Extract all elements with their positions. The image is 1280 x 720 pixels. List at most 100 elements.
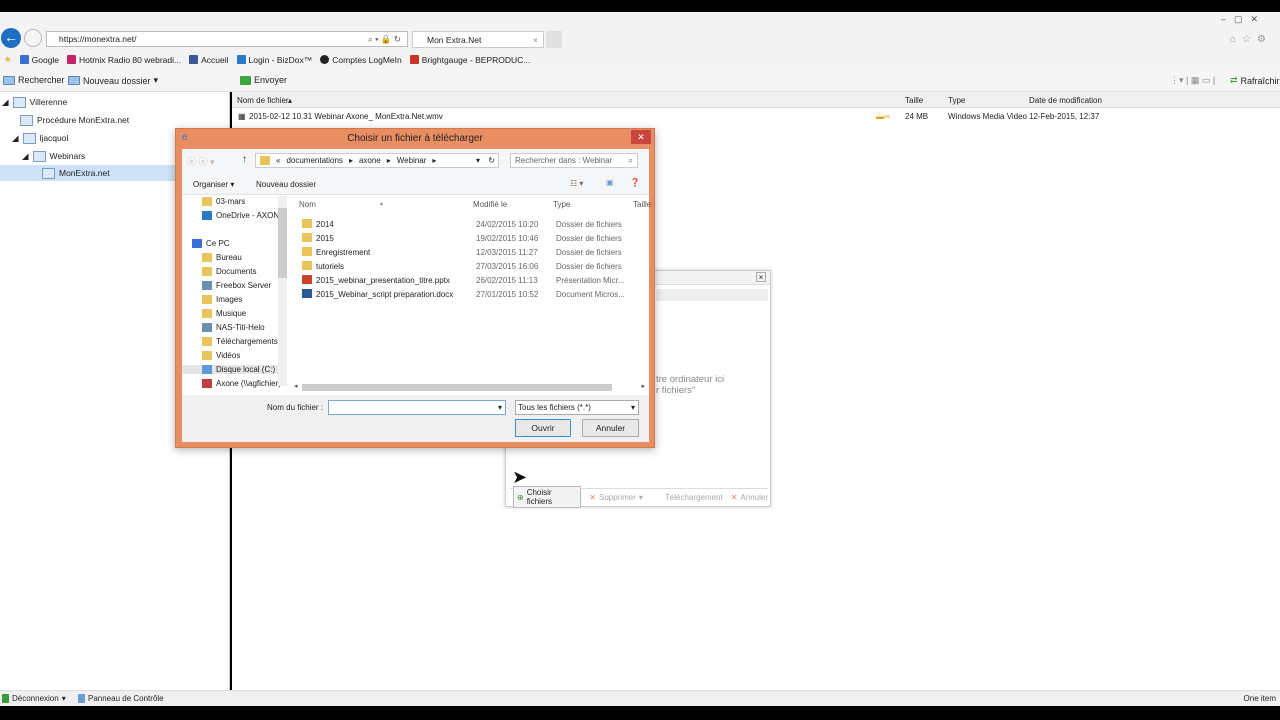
folder-icon bbox=[302, 232, 312, 244]
dialog-title: Choisir un fichier à télécharger bbox=[347, 133, 483, 144]
home-star-gear-icons[interactable]: ⌂☆⚙ bbox=[1230, 34, 1272, 45]
close-tab-icon[interactable]: × bbox=[533, 35, 538, 45]
favorite-brightgauge[interactable]: Brightgauge - BEPRODUC... bbox=[409, 55, 530, 65]
nav-item-icon bbox=[202, 323, 212, 332]
control-panel-button[interactable]: Panneau de Contrôle bbox=[78, 694, 164, 703]
folder-icon bbox=[260, 156, 270, 165]
nav-item[interactable]: Disque local (C:) bbox=[182, 365, 278, 374]
new-tab-button[interactable] bbox=[546, 31, 562, 48]
preview-pane-icon[interactable]: ▣ bbox=[606, 178, 614, 187]
view-menu-icon[interactable]: ☷ ▾ bbox=[570, 179, 583, 188]
nav-item[interactable]: 03-mars bbox=[202, 197, 245, 206]
col-name[interactable]: Nom de fichier bbox=[237, 96, 289, 105]
nav-item[interactable]: Ce PC bbox=[192, 239, 230, 248]
folder-icon bbox=[302, 218, 312, 230]
video-file-icon: ▦ bbox=[238, 112, 246, 121]
file-row[interactable]: tutoriels 27/03/2015 16:06 Dossier de fi… bbox=[302, 259, 647, 273]
col-modified[interactable]: Date de modification bbox=[1029, 96, 1102, 105]
file-row[interactable]: ▦ 2015-02-12 10.31 Webinar Axone_ MonExt… bbox=[232, 110, 1280, 124]
favorite-accueil[interactable]: Accueil bbox=[189, 55, 229, 65]
tree-item-monextra-selected[interactable]: MonExtra.net bbox=[0, 165, 175, 181]
nav-item-icon bbox=[202, 211, 212, 220]
favorite-bizdox[interactable]: Login - BizDox™ bbox=[236, 55, 312, 65]
search-input[interactable]: Rechercher dans : Webinar ⌕ bbox=[510, 153, 638, 168]
tree-item-villerenne[interactable]: ◢ Villerenne bbox=[2, 94, 67, 110]
file-type: Document Micros... bbox=[556, 289, 625, 299]
download-button[interactable]: Téléchargement bbox=[665, 493, 723, 502]
nav-item[interactable]: Images bbox=[202, 295, 242, 304]
dialog-body: ⓔ ⓔ ▾ ↑ «documentations ▸ axone ▸ Webinar ▸ ▾… bbox=[182, 149, 651, 442]
back-button[interactable]: ← bbox=[1, 28, 21, 48]
search-button[interactable]: Rechercher bbox=[3, 75, 65, 85]
tree-item-ljacquol[interactable]: ◢ ljacquol bbox=[12, 130, 68, 146]
delete-button[interactable]: ✕ Supprimer ▾ bbox=[589, 493, 643, 502]
cancel-button[interactable]: Annuler bbox=[582, 419, 639, 437]
file-modified: 26/02/2015 11:13 bbox=[476, 275, 538, 285]
view-options-icons[interactable]: ⋮▾ | ▦ ▭ | bbox=[1170, 75, 1215, 86]
filename-label: Nom du fichier : bbox=[267, 403, 324, 412]
favorite-google[interactable]: Google bbox=[19, 55, 59, 65]
file-modified: 27/03/2015 16:06 bbox=[476, 261, 539, 271]
favorite-hotmix[interactable]: Hotmix Radio 80 webradi... bbox=[67, 55, 181, 65]
new-folder-button[interactable]: Nouveau dossier ▾ bbox=[68, 75, 158, 86]
nav-item[interactable]: Bureau bbox=[202, 253, 242, 262]
send-button[interactable]: Envoyer bbox=[240, 75, 287, 85]
drop-hint-2: r fichiers" bbox=[656, 385, 696, 396]
nav-item[interactable]: Axone (\\agfichier) bbox=[202, 379, 281, 388]
nav-scrollbar[interactable] bbox=[278, 196, 287, 386]
col-modified[interactable]: Modifié le bbox=[473, 200, 507, 209]
refresh-button[interactable]: ⇄ Rafraîchir bbox=[1230, 75, 1280, 86]
nav-item[interactable]: Vidéos bbox=[202, 351, 240, 360]
search-icon: ⌕ bbox=[628, 156, 633, 165]
organize-button[interactable]: Organiser ▾ bbox=[193, 180, 234, 189]
nav-pane: 03-mars OneDrive - AXONE Ce PC Bureau Docume… bbox=[182, 196, 292, 394]
add-icon: ⊕ bbox=[517, 492, 524, 502]
docx-icon bbox=[302, 288, 312, 300]
file-type: Présentation Micr... bbox=[556, 275, 625, 285]
logout-button[interactable]: Déconnexion ▾ bbox=[2, 694, 66, 703]
nav-item-icon bbox=[202, 379, 212, 388]
nav-item[interactable]: Téléchargements bbox=[202, 337, 278, 346]
choose-files-button[interactable]: ⊕ Choisir fichiers bbox=[513, 486, 582, 508]
dialog-close-button[interactable]: ✕ bbox=[631, 130, 651, 144]
nav-item[interactable]: Documents bbox=[202, 267, 256, 276]
nav-item-icon bbox=[202, 337, 212, 346]
nav-back-forward[interactable]: ⓔ ⓔ ▾ bbox=[187, 155, 215, 168]
url-text: https://monextra.net/ bbox=[59, 34, 137, 44]
new-folder-button[interactable]: Nouveau dossier bbox=[256, 180, 316, 189]
tree-item-procedure[interactable]: Procédure MonExtra.net bbox=[20, 112, 129, 128]
breadcrumb[interactable]: «documentations ▸ axone ▸ Webinar ▸ ▾ ↻ bbox=[255, 153, 499, 168]
favorites-bar: ★ Google Hotmix Radio 80 webradi... Accu… bbox=[0, 52, 1280, 67]
col-type[interactable]: Type bbox=[553, 200, 570, 209]
nav-item[interactable]: Freebox Server bbox=[202, 281, 271, 290]
file-row[interactable]: 2015_webinar_presentation_titre.pptx 26/… bbox=[302, 273, 647, 287]
col-size[interactable]: Taille bbox=[633, 200, 651, 209]
status-bar: Déconnexion ▾ Panneau de Contrôle One it… bbox=[0, 690, 1280, 706]
col-name[interactable]: Nom bbox=[299, 200, 316, 209]
browser-tab[interactable]: Mon Extra.Net × bbox=[412, 31, 544, 48]
filetype-select[interactable]: Tous les fichiers (*.*) ▾ bbox=[515, 400, 639, 415]
nav-item[interactable]: Musique bbox=[202, 309, 246, 318]
col-size[interactable]: Taille bbox=[905, 96, 923, 105]
help-icon[interactable]: ❓ bbox=[630, 178, 640, 187]
nav-item-icon bbox=[202, 197, 212, 206]
nav-item[interactable]: OneDrive - AXONE bbox=[202, 211, 284, 220]
address-bar[interactable]: https://monextra.net/ ⌕ ▾ 🔒 ↻ bbox=[46, 31, 408, 47]
file-row[interactable]: 2015_Webinar_script preparation.docx 27/… bbox=[302, 287, 647, 301]
file-row[interactable]: 2015 19/02/2015 10:46 Dossier de fichier… bbox=[302, 231, 647, 245]
cancel-upload-button[interactable]: ✕ Annuler bbox=[731, 493, 768, 502]
window-controls[interactable]: –▢✕ bbox=[1221, 14, 1266, 25]
forward-button[interactable] bbox=[24, 29, 42, 47]
upload-close-button[interactable]: × bbox=[756, 272, 766, 282]
horizontal-scrollbar[interactable]: ◂ ▸ bbox=[292, 382, 647, 393]
search-lock-refresh-icon: ⌕ ▾ 🔒 ↻ bbox=[367, 34, 401, 44]
favorite-logmein[interactable]: Comptes LogMeIn bbox=[320, 55, 402, 65]
tree-item-webinars[interactable]: ◢ Webinars bbox=[22, 148, 85, 164]
file-row[interactable]: 2014 24/02/2015 10:20 Dossier de fichier… bbox=[302, 217, 647, 231]
nav-item[interactable]: NAS-Titi-Helo bbox=[202, 323, 265, 332]
filename-input[interactable]: ▾ bbox=[328, 400, 506, 415]
open-button[interactable]: Ouvrir bbox=[515, 419, 571, 437]
file-row[interactable]: Enregistrement 12/03/2015 11:27 Dossier … bbox=[302, 245, 647, 259]
col-type[interactable]: Type bbox=[948, 96, 965, 105]
up-button[interactable]: ↑ bbox=[242, 154, 247, 165]
